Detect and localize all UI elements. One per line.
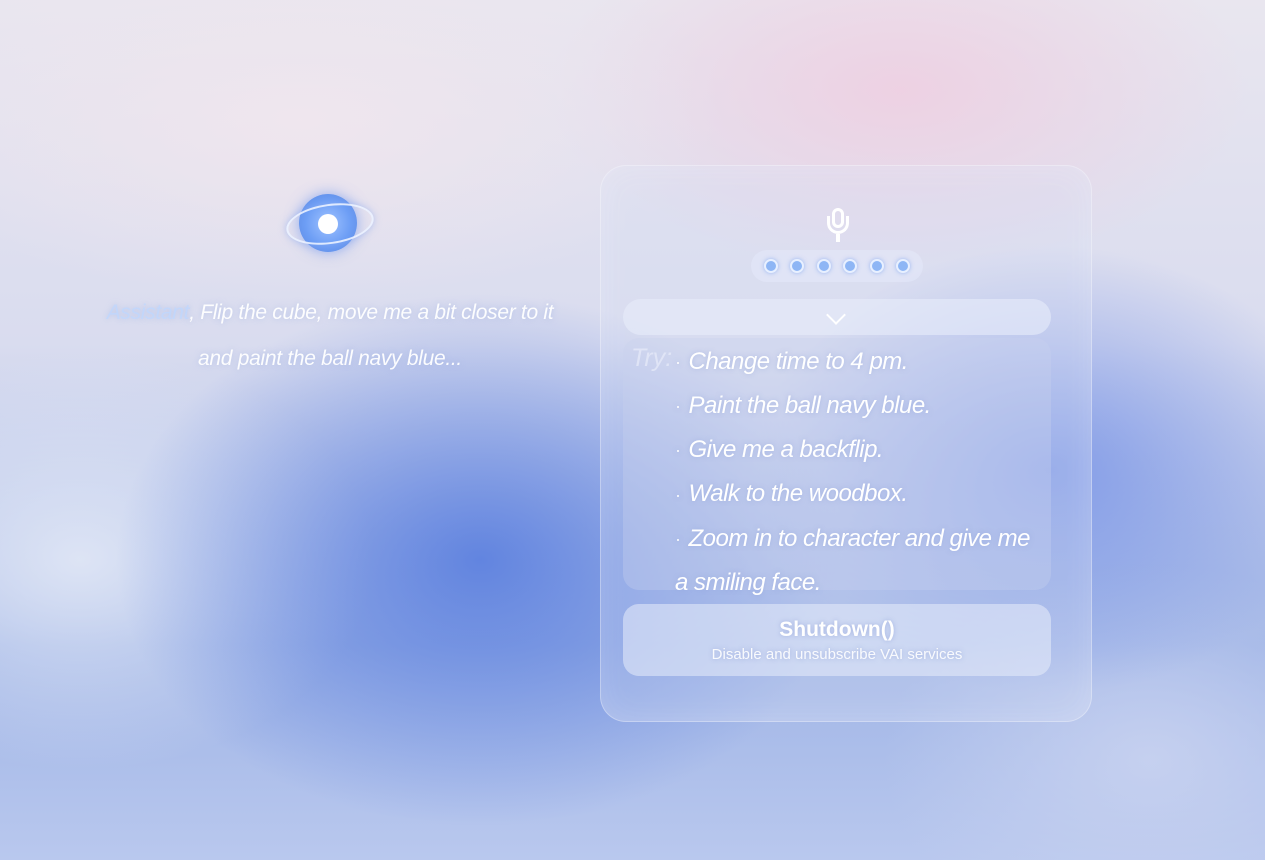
bullet: · (675, 440, 681, 461)
wake-word: Assistant (106, 301, 190, 324)
voice-assistant-panel: Try: · Change time to 4 pm. · Paint the ba… (600, 165, 1092, 722)
bullet: · (675, 352, 681, 373)
bullet: · (675, 484, 681, 505)
assistant-orb-icon[interactable] (283, 190, 377, 260)
transcript-text: , Flip the cube, move me a bit closer to… (189, 301, 554, 370)
suggestion-item[interactable]: · Give me a backflip. (675, 428, 1045, 472)
shutdown-button[interactable]: Shutdown() Disable and unsubscribe VAI s… (623, 604, 1051, 676)
suggestion-text: Paint the ball navy blue. (688, 392, 932, 420)
bullet: · (675, 396, 681, 417)
suggestions-box: Try: · Change time to 4 pm. · Paint the ba… (623, 338, 1051, 596)
listening-dot (816, 259, 831, 273)
microphone-icon[interactable] (827, 208, 849, 244)
xr-scene: Assistant, Flip the cube, move me a bit … (0, 0, 1265, 860)
shutdown-title: Shutdown() (779, 618, 895, 641)
suggestion-text: Zoom in to character and give me a smili… (675, 524, 1031, 596)
suggestion-text: Change time to 4 pm. (688, 348, 909, 375)
suggestion-list: · Change time to 4 pm. · Paint the ball na… (675, 340, 1045, 604)
orb-center-dot (318, 214, 338, 234)
suggestion-text: Give me a backflip. (688, 436, 884, 464)
listening-indicator (751, 250, 923, 282)
listening-dot (896, 259, 911, 273)
listening-dot (843, 259, 858, 273)
suggestion-item[interactable]: · Change time to 4 pm. (675, 340, 1045, 384)
mic-cup (827, 216, 849, 234)
suggestion-text: Walk to the woodbox. (688, 480, 909, 508)
bullet: · (675, 528, 681, 549)
listening-dot (790, 259, 805, 273)
collapse-suggestions-button[interactable] (623, 299, 1051, 335)
suggestion-item[interactable]: · Zoom in to character and give me a smil… (675, 517, 1045, 604)
shutdown-subtitle: Disable and unsubscribe VAI services (711, 646, 963, 663)
suggestion-item[interactable]: · Walk to the woodbox. (675, 472, 1045, 516)
suggestion-item[interactable]: · Paint the ball navy blue. (675, 384, 1045, 428)
listening-dot (763, 259, 778, 273)
chevron-down-icon (826, 305, 846, 325)
mic-stem (836, 234, 840, 242)
try-label: Try: (631, 344, 673, 372)
listening-dot (869, 259, 884, 273)
voice-transcript: Assistant, Flip the cube, move me a bit … (95, 290, 565, 382)
